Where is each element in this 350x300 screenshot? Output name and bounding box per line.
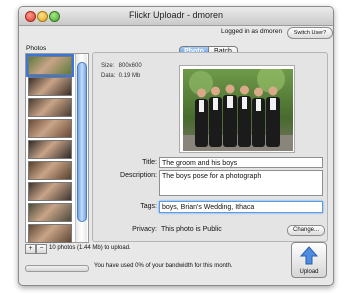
privacy-label: Privacy:	[132, 226, 157, 233]
data-value: 0.19 Mb	[118, 73, 141, 79]
photos-label: Photos	[26, 45, 47, 52]
data-label: Data:	[101, 73, 116, 79]
login-status: Logged in as dmoren	[221, 28, 283, 35]
size-value: 800x600	[118, 63, 142, 69]
photo-thumbnail[interactable]	[28, 203, 72, 222]
photo-thumbnail[interactable]	[28, 140, 72, 159]
photo-detail-panel: Size: 800x600 Data: 0.19 Mb Title: The g…	[92, 52, 328, 242]
photo-thumbnail[interactable]	[26, 54, 74, 77]
photo-thumbnail[interactable]	[28, 182, 72, 201]
title-bar[interactable]: Flickr Uploadr - dmoren	[19, 7, 333, 26]
scrollbar-thumb[interactable]	[77, 62, 87, 222]
bandwidth-text: You have used 0% of your bandwidth for t…	[94, 263, 233, 269]
switch-user-button[interactable]: Switch User?	[287, 27, 333, 39]
photo-thumbnail[interactable]	[28, 98, 72, 117]
upload-label: Upload	[299, 269, 319, 275]
photo-thumbnail[interactable]	[28, 224, 72, 243]
tags-field[interactable]: boys, Brian's Wedding, Ithaca	[159, 201, 323, 213]
data-info: Data: 0.19 Mb	[101, 73, 140, 79]
bandwidth-bar	[25, 265, 89, 272]
privacy-value: This photo is Public	[161, 226, 222, 233]
photo-list[interactable]	[25, 53, 89, 243]
remove-photo-button[interactable]: −	[36, 244, 47, 254]
title-label: Title:	[142, 159, 157, 166]
description-field[interactable]: The boys pose for a photograph	[159, 170, 323, 196]
photo-thumbnail[interactable]	[28, 77, 72, 96]
title-field[interactable]: The groom and his boys	[159, 157, 323, 168]
photo-thumbnail[interactable]	[28, 161, 72, 180]
upload-count-text: 10 photos (1.44 Mb) to upload.	[49, 245, 131, 251]
thumbnail-column	[26, 54, 74, 245]
size-label: Size:	[101, 63, 115, 69]
window-title: Flickr Uploadr - dmoren	[128, 10, 224, 20]
photo-thumbnail[interactable]	[28, 119, 72, 138]
uploadr-window: Flickr Uploadr - dmoren Logged in as dmo…	[18, 6, 334, 286]
upload-arrow-icon	[300, 246, 318, 265]
add-photo-button[interactable]: +	[25, 244, 36, 254]
wedding-photo-image	[183, 65, 293, 151]
upload-button[interactable]: Upload	[291, 242, 327, 278]
size-info: Size: 800x600	[101, 63, 142, 69]
change-privacy-button[interactable]: Change...	[287, 225, 325, 236]
tags-label: Tags:	[140, 203, 157, 210]
photo-preview	[179, 65, 295, 153]
description-label: Description:	[120, 172, 157, 179]
photo-list-scrollbar[interactable]	[75, 54, 87, 242]
